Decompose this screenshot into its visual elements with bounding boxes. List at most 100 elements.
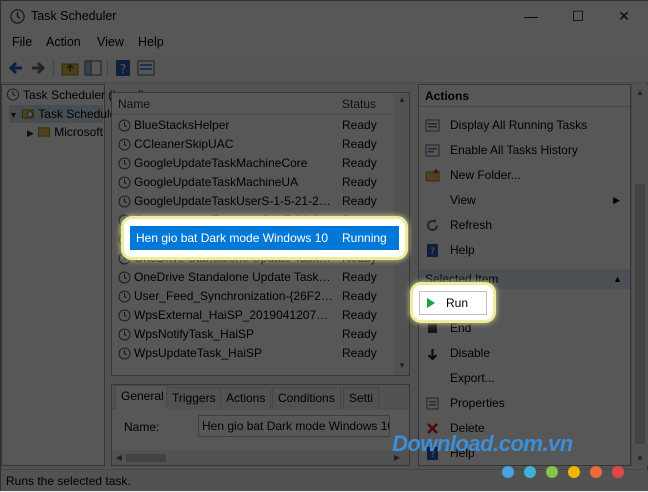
task-row[interactable]: OneDrive Standalone Update Task-S... Read…	[112, 268, 409, 287]
task-row[interactable]: WpsUpdateTask_HaiSP Ready	[112, 344, 409, 363]
task-clock-icon	[118, 309, 131, 322]
collapse-up-icon[interactable]: ▲	[613, 269, 622, 289]
watermark-text: Download.com.vn	[392, 431, 573, 456]
close-button[interactable]: ✕	[601, 1, 647, 32]
submenu-arrow-icon: ▶	[613, 195, 620, 205]
scroll-up-arrow[interactable]: ▲	[632, 88, 648, 97]
show-hide-tree-icon[interactable]	[83, 58, 103, 78]
task-status: Ready	[342, 175, 377, 189]
menu-action[interactable]: Action	[46, 35, 81, 49]
task-status: Ready	[342, 118, 377, 132]
chevron-down-icon: ▼	[9, 110, 18, 120]
tab-triggers[interactable]: Triggers	[166, 387, 222, 409]
title-bar: Task Scheduler — ☐ ✕	[1, 1, 648, 32]
actions-pane: Actions Display All Running Tasks Enable …	[418, 84, 631, 466]
watermark-dot	[568, 466, 580, 478]
action-properties[interactable]: Properties	[419, 391, 630, 415]
selected-task-status: Running	[342, 231, 387, 245]
task-name: WpsExternal_HaiSP_20190412075154	[134, 308, 334, 322]
action-enable-all-tasks-history[interactable]: Enable All Tasks History	[419, 138, 630, 162]
task-row[interactable]: GoogleUpdateTaskMachineUA Ready	[112, 173, 409, 192]
menu-help[interactable]: Help	[138, 35, 164, 49]
task-row[interactable]: BlueStacksHelper Ready	[112, 116, 409, 135]
help-icon: ?	[427, 244, 438, 257]
scroll-down-arrow[interactable]: ▼	[394, 361, 409, 370]
action-label: Enable All Tasks History	[450, 143, 578, 157]
task-details-pane: General Triggers Actions Conditions Sett…	[111, 384, 410, 466]
action-disable[interactable]: Disable	[419, 341, 630, 365]
menu-file[interactable]: File	[12, 35, 32, 49]
scroll-thumb[interactable]	[126, 454, 166, 462]
run-icon	[427, 298, 435, 308]
task-status: Ready	[342, 346, 377, 360]
tab-actions[interactable]: Actions	[220, 387, 272, 409]
task-name: User_Feed_Synchronization-{26F258...	[134, 289, 334, 303]
action-label: Export...	[450, 371, 495, 385]
properties-icon[interactable]	[136, 58, 156, 78]
task-row[interactable]: CCleanerSkipUAC Ready	[112, 135, 409, 154]
scroll-thumb[interactable]	[635, 184, 645, 444]
actions-title: Actions	[419, 85, 630, 107]
task-row[interactable]: GoogleUpdateTaskMachineCore Ready	[112, 154, 409, 173]
scroll-up-arrow[interactable]: ▲	[394, 95, 409, 104]
highlighted-run-action[interactable]: Run	[410, 282, 496, 323]
end-icon	[428, 324, 437, 333]
tab-general[interactable]: General	[115, 385, 170, 410]
highlighted-task-row[interactable]: Hen gio bat Dark mode Windows 10 Running	[121, 216, 408, 260]
column-header-name[interactable]: Name	[118, 97, 150, 111]
task-row[interactable]: User_Feed_Synchronization-{26F258... Read…	[112, 287, 409, 306]
watermark-dot	[546, 466, 558, 478]
action-label: Refresh	[450, 218, 493, 232]
new-folder-icon	[425, 169, 440, 182]
navigation-tree: Task Scheduler (Local) ▼ Task Scheduler …	[1, 84, 160, 466]
run-button[interactable]: Run	[419, 291, 487, 315]
tree-item-microsoft[interactable]: ▶ Microsoft	[27, 123, 103, 141]
general-tab-content: Name: Hen gio bat Dark mode Windows 10	[112, 410, 409, 450]
forward-arrow-icon[interactable]	[28, 58, 48, 78]
task-row[interactable]: GoogleUpdateTaskUserS-1-5-21-204... Ready	[112, 192, 409, 211]
tab-settings[interactable]: Setti	[343, 387, 380, 409]
task-clock-icon	[118, 138, 131, 151]
up-folder-icon[interactable]	[60, 58, 80, 78]
action-export[interactable]: Export...	[419, 366, 630, 390]
svg-text:?: ?	[120, 62, 126, 76]
disable-icon	[427, 349, 438, 361]
scroll-left-arrow[interactable]: ◀	[114, 453, 124, 462]
action-view[interactable]: View ▶	[419, 188, 630, 212]
action-refresh[interactable]: Refresh	[419, 213, 630, 237]
task-list-header: Name Status	[112, 93, 409, 115]
blank-icon	[425, 371, 440, 386]
actions-vertical-scrollbar[interactable]: ▲ ▼	[631, 84, 648, 466]
help-icon[interactable]: ?	[113, 58, 133, 78]
task-row[interactable]: WpsNotifyTask_HaiSP Ready	[112, 325, 409, 344]
back-arrow-icon[interactable]	[6, 58, 26, 78]
task-status: Ready	[342, 270, 377, 284]
action-display-all-running-tasks[interactable]: Display All Running Tasks	[419, 113, 630, 137]
maximize-button[interactable]: ☐	[555, 1, 601, 32]
task-scheduler-app-icon	[10, 9, 25, 24]
minimize-button[interactable]: —	[508, 1, 554, 32]
tree-item-library[interactable]: ▼ Task Scheduler Library	[9, 105, 160, 123]
task-clock-icon	[118, 157, 131, 170]
action-help[interactable]: ? Help	[419, 238, 630, 262]
refresh-icon	[427, 218, 438, 231]
task-status: Ready	[342, 194, 377, 208]
task-name: GoogleUpdateTaskUserS-1-5-21-204...	[134, 194, 334, 208]
run-label: Run	[446, 296, 469, 310]
tab-conditions[interactable]: Conditions	[272, 387, 341, 409]
action-new-folder[interactable]: New Folder...	[419, 163, 630, 187]
menu-view[interactable]: View	[97, 35, 124, 49]
task-name-field[interactable]: Hen gio bat Dark mode Windows 10	[198, 415, 390, 437]
task-row[interactable]: WpsExternal_HaiSP_20190412075154 Ready	[112, 306, 409, 325]
task-clock-icon	[118, 328, 131, 341]
detail-horizontal-scrollbar[interactable]: ◀ ▶	[112, 451, 409, 465]
chevron-right-icon: ▶	[27, 128, 34, 138]
clock-icon	[6, 88, 20, 101]
watermark-dot	[612, 466, 624, 478]
task-name: OneDrive Standalone Update Task-S...	[134, 270, 334, 284]
column-header-status[interactable]: Status	[342, 97, 376, 111]
task-status: Ready	[342, 308, 377, 322]
action-label: View	[450, 193, 476, 207]
task-name: GoogleUpdateTaskMachineCore	[134, 156, 308, 170]
selected-task-row[interactable]: Hen gio bat Dark mode Windows 10 Running	[130, 226, 399, 250]
